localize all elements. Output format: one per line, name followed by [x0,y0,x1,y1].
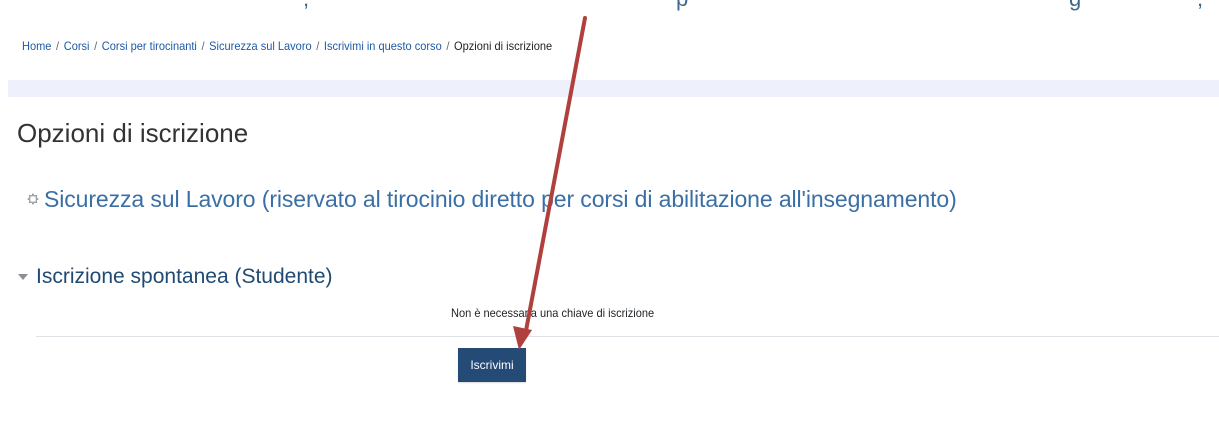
breadcrumb: Home / Corsi / Corsi per tirocinanti / Sicurez… [22,39,552,53]
annotation-arrow-head [513,326,532,350]
page-header-band [8,80,1219,97]
divider [36,336,1219,337]
breadcrumb-separator: / [201,39,205,53]
enrolment-key-info: Non è necessaria una chiave di iscrizion… [451,306,655,320]
course-icon [27,193,39,205]
page-title: Opzioni di iscrizione [17,118,249,148]
enrol-button[interactable]: Iscrivimi [458,348,526,382]
annotation-arrow-line [523,16,587,338]
breadcrumb-item-corsi-per-tirocinanti[interactable]: Corsi per tirocinanti [102,39,197,53]
caret-down-icon [18,274,28,281]
enrolment-section-title: Iscrizione spontanea (Studente) [36,265,333,288]
breadcrumb-separator: / [316,39,320,53]
breadcrumb-item-home[interactable]: Home [22,39,51,53]
course-name-link[interactable]: Sicurezza sul Lavoro (riservato al tiroc… [44,186,957,212]
breadcrumb-item-corsi[interactable]: Corsi [64,39,90,53]
breadcrumb-item-current: Opzioni di iscrizione [453,39,553,53]
course-info: Sicurezza sul Lavoro (riservato al tiroc… [27,186,957,213]
enrolment-section-toggle[interactable]: Iscrizione spontanea (Studente) [18,265,333,289]
breadcrumb-item-iscrivimi[interactable]: Iscrivimi in questo corso [324,39,442,53]
top-cut-text: , p g , [0,0,1219,20]
breadcrumb-item-sicurezza-sul-lavoro[interactable]: Sicurezza sul Lavoro [209,39,311,53]
breadcrumb-separator: / [446,39,450,53]
breadcrumb-separator: / [94,39,98,53]
breadcrumb-separator: / [56,39,60,53]
